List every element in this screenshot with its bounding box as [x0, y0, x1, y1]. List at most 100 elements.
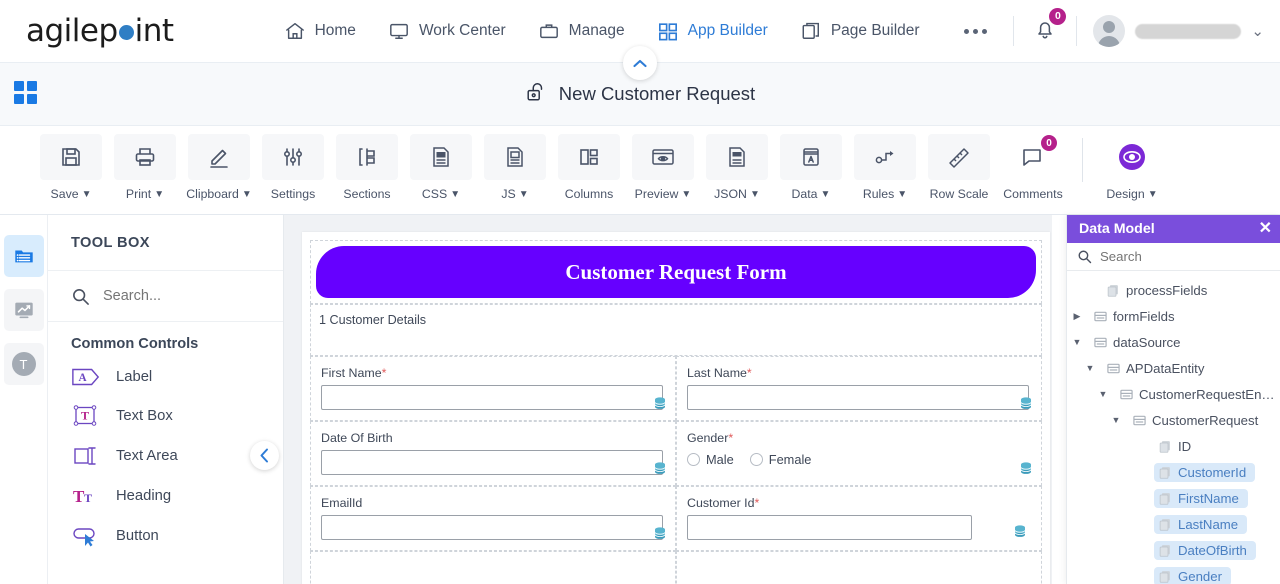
triangle-down-icon[interactable]: ▼	[1071, 337, 1083, 347]
nav-item-app-builder[interactable]: App Builder	[641, 15, 784, 47]
email-id-input[interactable]	[321, 515, 663, 540]
tree-node-customerrequest[interactable]: ▼ CustomerRequest	[1067, 407, 1280, 433]
tree-node-gender[interactable]: Gender	[1067, 563, 1280, 584]
tree-node-processfields[interactable]: processFields	[1067, 277, 1280, 303]
banner-cell[interactable]: Customer Request Form	[310, 240, 1042, 304]
chevron-down-icon: ▼	[681, 188, 692, 200]
rules-button[interactable]: Rules ▼	[850, 134, 920, 201]
close-icon[interactable]: ✕	[1259, 221, 1272, 237]
settings-button[interactable]: Settings	[258, 134, 328, 201]
data-button[interactable]: Data ▼	[776, 134, 846, 201]
rules-label-row: Rules ▼	[863, 187, 907, 201]
nav-item-work-center[interactable]: Work Center	[372, 15, 522, 47]
textarea-control-icon	[74, 447, 96, 465]
row-scale-button[interactable]: Row Scale	[924, 134, 994, 201]
tree-node-formfields[interactable]: ▶ formFields	[1067, 303, 1280, 329]
tree-node-label: APDataEntity	[1126, 360, 1205, 376]
save-icon	[62, 148, 80, 166]
rules-label: Rules	[862, 187, 895, 201]
gender-option-female[interactable]: Female	[749, 452, 811, 467]
date-of-birth-input[interactable]	[321, 450, 663, 475]
js-button[interactable]: JS ▼	[480, 134, 550, 201]
clipboard-button[interactable]: Clipboard ▼	[184, 134, 254, 201]
database-icon[interactable]	[654, 527, 667, 546]
data-model-search-row[interactable]	[1067, 243, 1280, 271]
field-last-name[interactable]: Last Name*	[676, 356, 1042, 421]
json-button[interactable]: JSON ▼	[702, 134, 772, 201]
database-icon[interactable]	[654, 462, 667, 481]
database-icon[interactable]	[1020, 397, 1033, 416]
section-header-cell[interactable]: 1 Customer Details	[310, 304, 1042, 356]
last-name-input[interactable]	[687, 385, 1029, 410]
toolbox-item-label[interactable]: A Label	[48, 358, 283, 396]
database-icon[interactable]	[1014, 525, 1027, 544]
triangle-down-icon[interactable]: ▼	[1097, 389, 1109, 399]
database-icon[interactable]	[1020, 462, 1033, 481]
gender-option-male[interactable]: Male	[687, 452, 734, 467]
toolbox-search-input[interactable]	[103, 288, 253, 304]
database-icon[interactable]	[654, 397, 667, 416]
nav-item-page-builder[interactable]: Page Builder	[784, 15, 936, 47]
field-label-text: Last Name	[687, 366, 747, 380]
notifications-button[interactable]: 0	[1022, 7, 1068, 55]
field-gender[interactable]: Gender* Male Female	[676, 421, 1042, 486]
field-customer-id[interactable]: Customer Id*	[676, 486, 1042, 551]
tree-node-firstname[interactable]: FirstName	[1067, 485, 1280, 511]
tree-node-apdataentity[interactable]: ▼ APDataEntity	[1067, 355, 1280, 381]
toolbox-panel: TOOL BOX Common Controls A Label T	[48, 215, 284, 584]
css-button[interactable]: CSS ▼	[406, 134, 476, 201]
nav-item-home[interactable]: Home	[268, 15, 372, 47]
tree-node-datasource[interactable]: ▼ dataSource	[1067, 329, 1280, 355]
tree-node-customerid[interactable]: CustomerId	[1067, 459, 1280, 485]
user-menu[interactable]: ⌄	[1085, 15, 1264, 47]
agilepoint-logo[interactable]: agilep int	[26, 13, 174, 49]
field-label-text: Gender	[687, 431, 729, 445]
empty-cell-left[interactable]	[310, 551, 676, 584]
collapse-toolbox-button[interactable]	[250, 441, 279, 470]
required-asterisk: *	[381, 366, 387, 380]
print-button[interactable]: Print ▼	[110, 134, 180, 201]
logo-text-part2: int	[134, 13, 174, 49]
form-canvas: Customer Request Form 1 Customer Details…	[284, 215, 1052, 584]
columns-label-row: Columns	[565, 187, 614, 201]
nav-item-manage[interactable]: Manage	[522, 15, 641, 47]
first-name-input[interactable]	[321, 385, 663, 410]
rail-item-analytics[interactable]	[3, 289, 44, 331]
tree-node-lastname[interactable]: LastName	[1067, 511, 1280, 537]
tree-node-id[interactable]: ID	[1067, 433, 1280, 459]
tree-node-customerrequesten[interactable]: ▼ CustomerRequestEn…	[1067, 381, 1280, 407]
rail-item-toolbox[interactable]	[3, 235, 44, 277]
collapse-toolbar-button[interactable]	[623, 46, 657, 80]
data-model-search-input[interactable]	[1100, 249, 1230, 264]
triangle-down-icon[interactable]: ▼	[1110, 415, 1122, 425]
triangle-right-icon[interactable]: ▶	[1071, 311, 1083, 322]
tree-node-dateofbirth[interactable]: DateOfBirth	[1067, 537, 1280, 563]
triangle-down-icon[interactable]: ▼	[1084, 363, 1096, 373]
sections-icon-box	[336, 134, 398, 180]
grid-icon	[657, 21, 679, 41]
comments-button[interactable]: 0 Comments	[998, 134, 1068, 201]
nav-label-manage: Manage	[568, 22, 625, 39]
tree-node-label: dataSource	[1113, 334, 1181, 350]
dot-2-icon	[973, 28, 979, 34]
toolbox-item-textbox[interactable]: T Text Box	[48, 396, 283, 436]
sections-button[interactable]: Sections	[332, 134, 402, 201]
field-first-name[interactable]: First Name*	[310, 356, 676, 421]
design-button[interactable]: Design ▼	[1097, 134, 1167, 201]
field-date-of-birth[interactable]: Date Of Birth	[310, 421, 676, 486]
empty-cell-right[interactable]	[676, 551, 1042, 584]
preview-button[interactable]: Preview ▼	[628, 134, 698, 201]
customer-id-input[interactable]	[687, 515, 972, 540]
toolbox-item-button[interactable]: Button	[48, 516, 283, 556]
field-email-id[interactable]: EmailId	[310, 486, 676, 551]
columns-button[interactable]: Columns	[554, 134, 624, 201]
toolbox-search-row[interactable]	[48, 271, 283, 322]
toolbox-item-textarea[interactable]: Text Area	[48, 436, 283, 476]
app-grid-button[interactable]	[14, 81, 37, 104]
save-button[interactable]: Save ▼	[36, 134, 106, 201]
dot-3-icon	[982, 28, 988, 34]
design-label-row: Design ▼	[1106, 187, 1157, 201]
toolbox-item-heading[interactable]: T T Heading	[48, 476, 283, 516]
more-options-button[interactable]	[946, 19, 1005, 44]
rail-item-theme[interactable]: T	[3, 343, 44, 385]
